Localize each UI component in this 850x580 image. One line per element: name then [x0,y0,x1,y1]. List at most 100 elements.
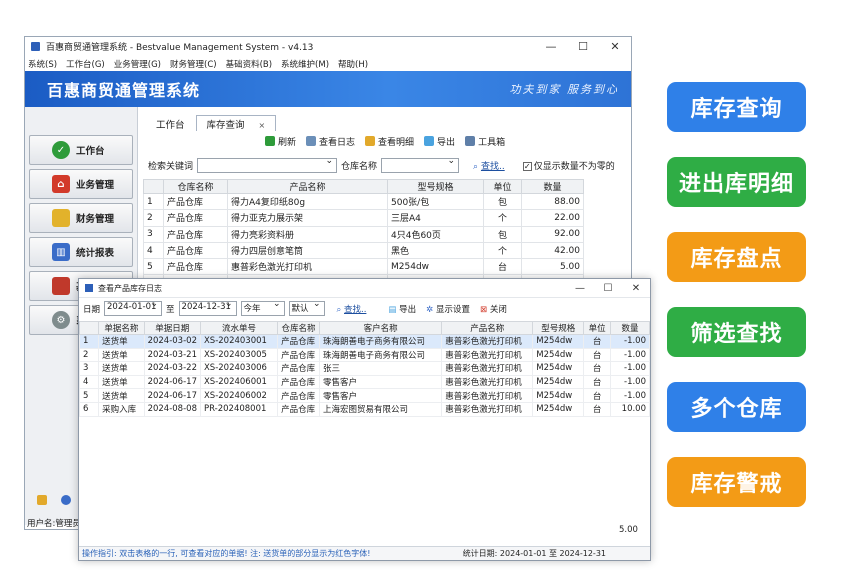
table-cell: 产品仓库 [277,361,320,376]
table-cell: 包 [483,192,522,211]
sidebar-item-business[interactable]: ⌂ 业务管理 [29,169,133,199]
only-nonzero-checkbox[interactable]: ✓ 仅显示数量不为零的 [522,159,615,172]
settings-icon: ✲ [426,304,434,315]
column-header[interactable]: 单据名称 [98,321,145,335]
table-cell: -1.00 [609,334,650,349]
table-row[interactable]: 3 产品仓库 得力亮彩资料册 4只4色60页包 92.00 [143,225,584,243]
view-log-button[interactable]: 查看日志 [306,135,355,148]
table-cell: 产品仓库 [163,192,228,211]
table-row[interactable]: 3 送货单 2024-03-22 XS-202403006 产品仓库 张三 惠普彩色激光打印… [79,361,650,376]
feature-badge-stock-alert: 库存警戒 [667,457,806,507]
dialog-minimize-button[interactable]: — [566,283,594,294]
table-cell: 产品仓库 [277,334,320,349]
dialog-search-button[interactable]: ⌕ 查找.. [337,303,367,315]
table-cell: 42.00 [521,241,584,260]
folder-icon [52,209,70,227]
column-header[interactable]: 产品名称 [441,321,534,335]
column-header[interactable]: 单位 [483,179,522,194]
table-cell: 2024-08-08 [143,401,201,417]
table-row[interactable]: 2 送货单 2024-03-21 XS-202403005 产品仓库 珠海朗善电子商务有限… [79,347,650,363]
menu-maintenance[interactable]: 系统维护(M) [281,58,329,70]
gear-icon: ⚙ [52,311,70,329]
table-cell: 个 [483,209,522,227]
column-header[interactable]: 单位 [583,321,611,335]
table-cell: 零售客户 [318,388,443,403]
log-icon [306,136,317,146]
sidebar-item-finance[interactable]: 财务管理 [29,203,133,233]
menu-basedata[interactable]: 基础资料(B) [226,58,272,70]
app-icon [31,42,40,51]
period-select[interactable]: 今年 [240,299,285,316]
table-cell: 3 [79,361,100,376]
book-icon [52,277,70,295]
search-button[interactable]: ⌕ 查找.. [473,159,505,172]
table-cell: -1.00 [609,374,650,390]
menu-workbench[interactable]: 工作台(G) [66,58,105,70]
sort-select[interactable]: 默认 [288,299,325,316]
date-from-input[interactable]: 2024-01-01 [104,299,163,316]
info-icon[interactable] [61,495,71,505]
column-header[interactable] [79,321,100,335]
column-header[interactable]: 型号规格 [387,179,484,194]
table-cell: 台 [583,401,611,417]
tab-close-icon[interactable]: × [259,121,266,130]
chart-icon: ▥ [52,243,70,261]
menu-bar: 系统(S) 工作台(G) 业务管理(G) 财务管理(C) 基础资料(B) 系统维… [25,56,631,71]
tab-workbench[interactable]: 工作台 [145,115,196,131]
column-header[interactable]: 仓库名称 [163,179,228,194]
keyword-input[interactable] [197,156,338,173]
export-button[interactable]: 导出 [424,135,455,148]
sidebar-item-label: 工作台 [76,146,105,157]
dialog-title: 查看产品库存日志 [98,283,162,293]
table-cell: 张三 [318,361,443,376]
menu-help[interactable]: 帮助(H) [338,58,368,70]
column-header[interactable]: 数量 [521,179,584,194]
column-header[interactable]: 型号规格 [532,321,585,335]
dialog-titlebar: 查看产品库存日志 — ☐ ✕ [79,279,650,297]
dialog-export-button[interactable]: ▤ 导出 [388,303,416,315]
table-row[interactable]: 5 产品仓库 惠普彩色激光打印机 M254dw 台 5.00 [143,258,584,276]
column-header[interactable] [143,179,164,194]
column-header[interactable]: 产品名称 [227,179,388,194]
column-header[interactable]: 仓库名称 [277,321,320,335]
dialog-close-action-button[interactable]: ⊠ 关闭 [480,303,507,315]
refresh-button[interactable]: 刷新 [265,135,296,148]
sidebar-item-workbench[interactable]: ✓ 工作台 [29,135,133,165]
dialog-close-button[interactable]: ✕ [622,283,650,294]
table-row[interactable]: 4 送货单 2024-06-17 XS-202406001 产品仓库 零售客户 惠普彩色激光… [79,374,650,390]
table-row[interactable]: 1 送货单 2024-03-02 XS-202403001 产品仓库 珠海朗善电子商务有限… [79,334,650,349]
lock-icon[interactable] [37,495,47,505]
column-header[interactable]: 数量 [609,321,650,335]
minimize-button[interactable]: — [535,40,567,53]
dialog-maximize-button[interactable]: ☐ [594,283,622,294]
table-cell: 88.00 [521,192,584,211]
table-cell: 产品仓库 [277,347,320,363]
table-row[interactable]: 4 产品仓库 得力四层创意笔筒 黑色个 42.00 [143,241,584,260]
table-cell: XS-202406001 [199,374,279,390]
table-row[interactable]: 2 产品仓库 得力亚克力展示架 三层A4 个 22.00 [143,209,584,227]
table-row[interactable]: 1 产品仓库 得力A4复印纸80g 500张/包包 88.00 [143,192,584,211]
export-icon [424,136,435,146]
column-header[interactable]: 流水单号 [199,321,279,335]
keyword-label: 检索关键词 [148,162,194,172]
table-cell: 5 [143,258,164,276]
maximize-button[interactable]: ☐ [567,40,599,53]
close-button[interactable]: ✕ [599,40,631,53]
date-to-input[interactable]: 2024-12-31 [178,299,237,316]
toolbox-button[interactable]: 工具箱 [465,135,505,148]
warehouse-select[interactable] [381,156,460,173]
table-cell: 惠普彩色激光打印机 [441,388,534,403]
column-header[interactable]: 客户名称 [318,321,443,335]
table-row[interactable]: 6 采购入库 2024-08-08 PR-202408001 产品仓库 上海宏图贸易有限公… [79,401,650,417]
sidebar-item-reports[interactable]: ▥ 统计报表 [29,237,133,267]
table-cell: 包 [483,225,522,243]
table-cell: M254dw [532,374,585,390]
view-detail-button[interactable]: 查看明细 [365,135,414,148]
menu-system[interactable]: 系统(S) [28,58,57,70]
display-settings-button[interactable]: ✲ 显示设置 [426,303,470,315]
menu-business[interactable]: 业务管理(G) [114,58,161,70]
menu-finance[interactable]: 财务管理(C) [170,58,217,70]
column-header[interactable]: 单据日期 [143,321,201,335]
tab-stock-query[interactable]: 库存查询 × [195,115,277,131]
table-row[interactable]: 5 送货单 2024-06-17 XS-202406002 产品仓库 零售客户 惠普彩色激光… [79,388,650,403]
